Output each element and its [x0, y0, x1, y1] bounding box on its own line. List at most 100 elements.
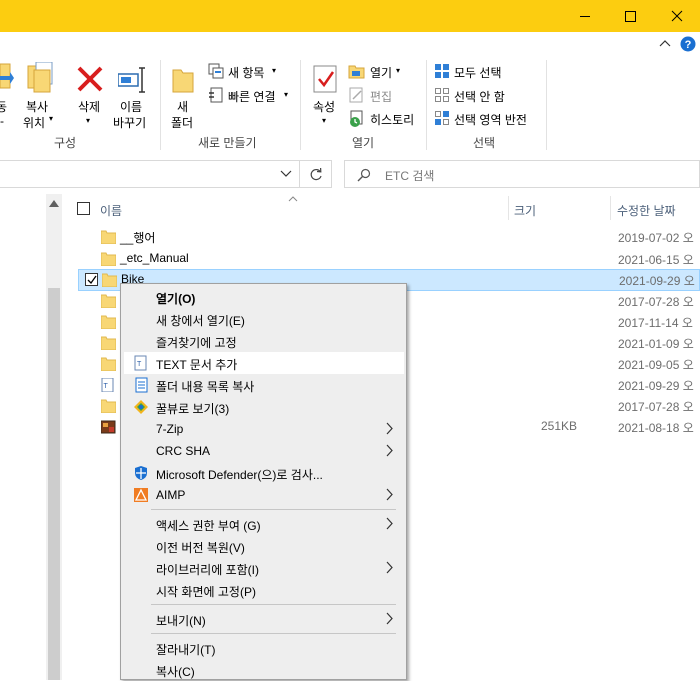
- menu-item-label: AIMP: [156, 488, 186, 502]
- address-dropdown-icon[interactable]: [280, 170, 292, 178]
- invert-selection-label: 선택 영역 반전: [454, 113, 527, 127]
- menu-item-label: 라이브러리에 포함(I): [156, 563, 259, 577]
- open-label: 열기: [370, 66, 393, 80]
- new-folder-icon: [172, 69, 194, 93]
- svg-text:T: T: [104, 383, 109, 390]
- column-divider[interactable]: [508, 196, 509, 220]
- rename-button[interactable]: 이름 바꾸기: [110, 62, 154, 136]
- new-folder-button[interactable]: 새 폴더: [166, 62, 200, 136]
- search-box[interactable]: ETC 검색: [344, 160, 700, 188]
- close-button[interactable]: [654, 0, 700, 32]
- open-button[interactable]: 열기 ▾: [348, 62, 408, 82]
- image-file-icon: [101, 420, 116, 434]
- menu-item-copy[interactable]: 복사(C): [124, 659, 404, 681]
- folder-icon: [102, 273, 117, 287]
- scroll-up-icon[interactable]: [49, 200, 59, 207]
- menu-item-add-text-document[interactable]: T TEXT 문서 추가: [124, 352, 404, 374]
- nav-scrollbar-thumb[interactable]: [48, 288, 60, 680]
- select-none-label: 선택 안 함: [454, 90, 505, 104]
- select-all-label: 모두 선택: [454, 66, 502, 80]
- delete-label: 삭제: [78, 100, 101, 114]
- column-name[interactable]: 이름: [100, 202, 122, 219]
- menu-item-label: 즐겨찾기에 고정: [156, 336, 237, 350]
- maximize-button[interactable]: [608, 0, 654, 32]
- menu-item-honeyview[interactable]: 꿀뷰로 보기(3): [124, 396, 404, 418]
- menu-separator: [151, 633, 396, 634]
- move-to-label-2: -: [0, 114, 4, 128]
- menu-item-include-in-library[interactable]: 라이브러리에 포함(I): [124, 557, 404, 579]
- menu-item-aimp[interactable]: AIMP: [124, 484, 404, 506]
- select-all-button[interactable]: 모두 선택: [434, 62, 524, 82]
- select-all-checkbox[interactable]: [77, 202, 90, 215]
- easy-access-button[interactable]: 빠른 연결 ▾: [208, 86, 294, 106]
- move-to-icon: [0, 63, 14, 89]
- nav-scrollbar[interactable]: [46, 194, 62, 680]
- address-bar[interactable]: [0, 160, 300, 188]
- menu-item-crc-sha[interactable]: CRC SHA: [124, 440, 404, 462]
- column-size[interactable]: 크기: [514, 202, 536, 219]
- row-checkbox[interactable]: [85, 273, 98, 286]
- text-document-icon: T: [134, 355, 147, 371]
- group-label-open: 열기: [352, 136, 375, 150]
- new-item-button[interactable]: 새 항목 ▾: [208, 62, 288, 82]
- menu-item-7zip[interactable]: 7-Zip: [124, 418, 404, 440]
- menu-item-restore-versions[interactable]: 이전 버전 복원(V): [124, 535, 404, 557]
- file-name: _etc_Manual: [120, 251, 189, 265]
- file-date: 2021-01-09 오: [618, 337, 694, 351]
- ribbon-collapse-icon[interactable]: [659, 40, 671, 48]
- menu-item-open-new-window[interactable]: 새 창에서 열기(E): [124, 308, 404, 330]
- menu-item-copy-folder-list[interactable]: 폴더 내용 목록 복사: [124, 374, 404, 396]
- new-item-icon: [208, 63, 224, 79]
- file-date: 2019-07-02 오: [618, 231, 694, 245]
- menu-item-defender-scan[interactable]: Microsoft Defender(으)로 검사...: [124, 462, 404, 484]
- context-menu: 열기(O) 새 창에서 열기(E) 즐겨찾기에 고정 T TEXT 문서 추가 …: [120, 283, 407, 680]
- history-button[interactable]: 히스토리: [348, 109, 422, 129]
- file-name: __행어: [120, 231, 156, 245]
- column-modified[interactable]: 수정한 날짜: [617, 202, 676, 219]
- submenu-arrow-icon: [386, 612, 393, 625]
- column-divider[interactable]: [610, 196, 611, 220]
- menu-separator: [151, 509, 396, 510]
- menu-item-label: 복사(C): [156, 665, 195, 679]
- refresh-button[interactable]: [300, 160, 332, 188]
- file-date: 2021-09-29 오: [619, 274, 695, 288]
- menu-item-pin-quick-access[interactable]: 즐겨찾기에 고정: [124, 330, 404, 352]
- menu-item-label: 꿀뷰로 보기(3): [156, 402, 230, 416]
- edit-icon: [349, 87, 363, 103]
- menu-item-open[interactable]: 열기(O): [124, 286, 404, 308]
- properties-button[interactable]: 속성 ▾: [306, 62, 344, 136]
- defender-icon: [135, 466, 147, 480]
- help-icon[interactable]: ?: [680, 36, 696, 52]
- group-label-new: 새로 만들기: [198, 136, 257, 150]
- open-folder-icon: [348, 65, 365, 79]
- select-none-button[interactable]: 선택 안 함: [434, 86, 524, 106]
- menu-item-send-to[interactable]: 보내기(N): [124, 608, 404, 630]
- ribbon-separator: [426, 60, 427, 150]
- submenu-arrow-icon: [386, 517, 393, 530]
- refresh-icon: [310, 168, 322, 181]
- file-date: 2017-11-14 오: [618, 316, 693, 330]
- file-row[interactable]: __행어 2019-07-02 오: [78, 226, 700, 248]
- file-row[interactable]: _etc_Manual 2021-06-15 오: [78, 248, 700, 270]
- move-to-label-1: 동: [0, 100, 8, 114]
- copy-to-label-2: 위치: [23, 116, 46, 130]
- menu-item-cut[interactable]: 잘라내기(T): [124, 637, 404, 659]
- minimize-button[interactable]: [562, 0, 608, 32]
- menu-item-give-access[interactable]: 액세스 권한 부여 (G): [124, 513, 404, 535]
- edit-button[interactable]: 편집: [348, 86, 408, 106]
- move-to-button[interactable]: 동 -: [0, 62, 14, 136]
- invert-selection-button[interactable]: 선택 영역 반전: [434, 109, 544, 129]
- folder-icon: [101, 399, 116, 413]
- svg-text:?: ?: [685, 39, 692, 51]
- menu-item-label: 보내기(N): [156, 614, 206, 628]
- delete-button[interactable]: 삭제 ▾: [72, 62, 110, 136]
- file-size: 251KB: [541, 419, 578, 433]
- copy-to-button[interactable]: 복사 위치 ▾: [20, 62, 64, 136]
- file-date: 2021-09-05 오: [618, 358, 694, 372]
- column-header-row: 이름 크기 수정한 날짜: [62, 194, 700, 222]
- menu-item-pin-to-start[interactable]: 시작 화면에 고정(P): [124, 579, 404, 601]
- folder-icon: [101, 357, 116, 371]
- honeyview-icon: [134, 400, 148, 414]
- aimp-icon: [134, 488, 148, 502]
- file-date: 2017-07-28 오: [618, 400, 694, 414]
